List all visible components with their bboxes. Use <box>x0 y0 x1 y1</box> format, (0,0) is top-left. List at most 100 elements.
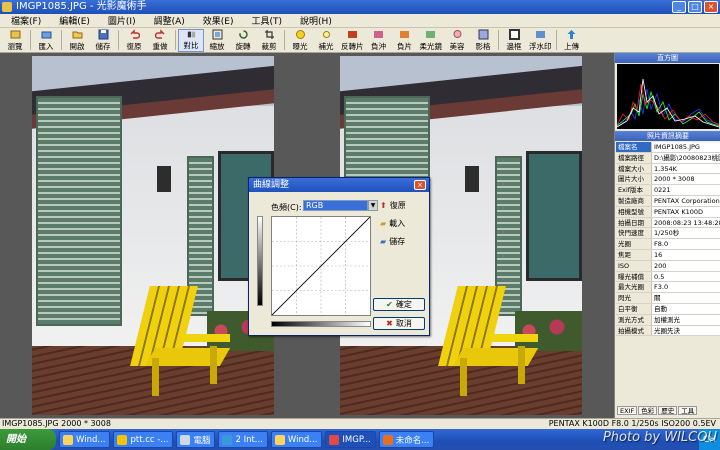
exif-row[interactable]: 快門速度 1/250秒 <box>616 228 720 240</box>
exif-value: 加權測光 <box>652 314 720 325</box>
exif-key: ISO <box>616 260 652 271</box>
exif-row[interactable]: 最大光圈 F3.0 <box>616 282 720 294</box>
undo-button[interactable]: 復原 <box>121 28 147 52</box>
exif-row[interactable]: 曝光補償 0.5 <box>616 271 720 283</box>
tab-tools[interactable]: 工具 <box>678 406 698 415</box>
ok-button[interactable]: ✔ 確定 <box>373 298 425 311</box>
toolbar-separator <box>284 30 285 50</box>
exif-key: 圖片大小 <box>616 174 652 185</box>
taskbar-item-active[interactable]: IMGP... <box>325 431 376 448</box>
taskbar-item[interactable]: ptt.cc -... <box>113 431 174 448</box>
dialog-title[interactable]: 曲線調整 <box>249 178 429 192</box>
minimize-button[interactable]: _ <box>672 1 686 13</box>
start-button[interactable]: 開始 <box>0 429 56 450</box>
open-button[interactable]: 開啟 <box>64 29 90 52</box>
beauty-button[interactable]: 美容 <box>444 29 470 52</box>
exif-key: 焦距 <box>616 249 652 260</box>
rotate-button[interactable]: 旋轉 <box>230 29 256 52</box>
exif-row[interactable]: 檔案名 IMGP1085.JPG <box>616 142 720 153</box>
exposure-icon <box>295 29 305 39</box>
exif-key: 拍攝模式 <box>616 325 652 336</box>
exif-row[interactable]: 圖片大小 2000 * 3008 <box>616 174 720 186</box>
photo-yellow-chair <box>130 286 232 396</box>
exif-key: 製造廠商 <box>616 195 652 206</box>
tab-history[interactable]: 歷史 <box>658 406 678 415</box>
crop-icon <box>264 29 274 39</box>
menu-adjust[interactable]: 調整(A) <box>145 14 194 27</box>
menu-edit[interactable]: 編輯(E) <box>50 14 99 27</box>
exif-row[interactable]: 白平衡 自動 <box>616 303 720 315</box>
photo-window <box>526 151 582 281</box>
exif-row[interactable]: 閃光關 <box>616 293 720 304</box>
taskbar-item[interactable]: 2 Int... <box>218 431 268 448</box>
exif-row[interactable]: 焦距 16 <box>616 249 720 261</box>
menu-help[interactable]: 說明(H) <box>291 14 341 27</box>
close-button[interactable]: × <box>704 1 718 13</box>
curve-graph[interactable] <box>271 216 371 316</box>
menu-effects[interactable]: 效果(E) <box>194 14 243 27</box>
taskbar-item[interactable]: 電腦 <box>176 431 216 448</box>
fill-light-icon <box>322 30 330 38</box>
exif-row[interactable]: 檔案路徑 D:\攝影\20080823桃園 <box>616 152 720 164</box>
border-button[interactable]: 邊框 <box>501 28 527 52</box>
floppy-icon <box>98 29 108 39</box>
zoom-button[interactable]: 縮放 <box>204 29 230 52</box>
exif-row[interactable]: 相機型號 PENTAX K100D <box>616 206 720 218</box>
maximize-button[interactable]: □ <box>688 1 702 13</box>
dialog-close-button[interactable]: × <box>414 180 426 190</box>
exif-value: 光圈先決 <box>652 325 720 336</box>
negative-button[interactable]: 負片 <box>392 29 418 52</box>
upload-button[interactable]: 上傳 <box>559 29 585 52</box>
watermark-text: Photo by WILCOU <box>602 430 717 445</box>
exif-key: 光圈 <box>616 239 652 249</box>
exif-row[interactable]: 製造廠商 PENTAX Corporation <box>616 195 720 207</box>
taskbar-item[interactable]: Wind... <box>270 431 323 448</box>
exif-value: D:\攝影\20080823桃園 <box>652 152 720 163</box>
title-bar[interactable]: IMGP1085.JPG - 光影魔術手 _ □ × <box>0 0 720 14</box>
exif-row[interactable]: 測光方式 加權測光 <box>616 314 720 326</box>
exif-row[interactable]: 拍攝日期 2008:08:23 13:48:28 <box>616 217 720 229</box>
exif-row[interactable]: Exif版本 0221 <box>616 185 720 196</box>
frame-button[interactable]: 影格 <box>470 29 496 52</box>
taskbar-item[interactable]: 未命名... <box>378 431 435 448</box>
tab-color[interactable]: 色彩 <box>638 406 658 415</box>
crop-button[interactable]: 裁剪 <box>256 29 282 52</box>
compare-button[interactable]: 對比 <box>178 28 204 52</box>
exif-row[interactable]: 光圈 F8.0 <box>616 239 720 250</box>
taskbar-item[interactable]: Wind... <box>59 431 111 448</box>
exposure-button[interactable]: 曝光 <box>287 29 313 52</box>
menu-tools[interactable]: 工具(T) <box>243 14 292 27</box>
save-button[interactable]: 儲存 <box>90 29 116 52</box>
menu-file[interactable]: 檔案(F) <box>2 14 50 27</box>
browse-button[interactable]: 瀏覽 <box>2 29 28 52</box>
tab-exif[interactable]: EXIF <box>617 406 638 415</box>
exif-key: 白平衡 <box>616 303 652 314</box>
cancel-button[interactable]: ✖ 取消 <box>373 317 425 330</box>
original-photo[interactable] <box>32 56 274 415</box>
exif-value: 0.5 <box>652 271 720 282</box>
toolbar-separator <box>30 30 31 50</box>
fill-light-button[interactable]: 補光 <box>313 29 339 52</box>
load-button[interactable]: ▰ 載入 <box>380 218 405 229</box>
exif-row[interactable]: ISO 200 <box>616 260 720 272</box>
status-exif-info: PENTAX K100D F8.0 1/250s ISO200 0.5EV <box>548 419 716 428</box>
soft-focus-button[interactable]: 柔光鏡 <box>418 29 445 52</box>
menu-image[interactable]: 圖片(I) <box>99 14 145 27</box>
reversal-film-button[interactable]: 反轉片 <box>339 29 366 52</box>
app-window: IMGP1085.JPG - 光影魔術手 _ □ × 檔案(F) 編輯(E) 圖… <box>0 0 720 450</box>
channel-select[interactable]: RGB <box>303 200 368 211</box>
exif-row[interactable]: 拍攝模式 光圈先決 <box>616 325 720 337</box>
exif-key: Exif版本 <box>616 185 652 195</box>
channel-label: 色頻(C): <box>271 203 302 212</box>
exif-value: F3.0 <box>652 282 720 293</box>
chevron-down-icon[interactable]: ▼ <box>368 200 378 211</box>
ptt-icon <box>117 434 128 445</box>
reset-button[interactable]: ⬆ 復原 <box>380 200 406 211</box>
watermark-button[interactable]: 浮水印 <box>527 29 554 52</box>
import-button[interactable]: 匯入 <box>33 29 59 52</box>
cross-process-button[interactable]: 負沖 <box>366 29 392 52</box>
exif-row[interactable]: 檔案大小 1,354K <box>616 163 720 175</box>
chair-leg <box>460 358 467 396</box>
redo-button[interactable]: 重做 <box>147 28 173 52</box>
save-curve-button[interactable]: ▰ 儲存 <box>380 236 405 247</box>
